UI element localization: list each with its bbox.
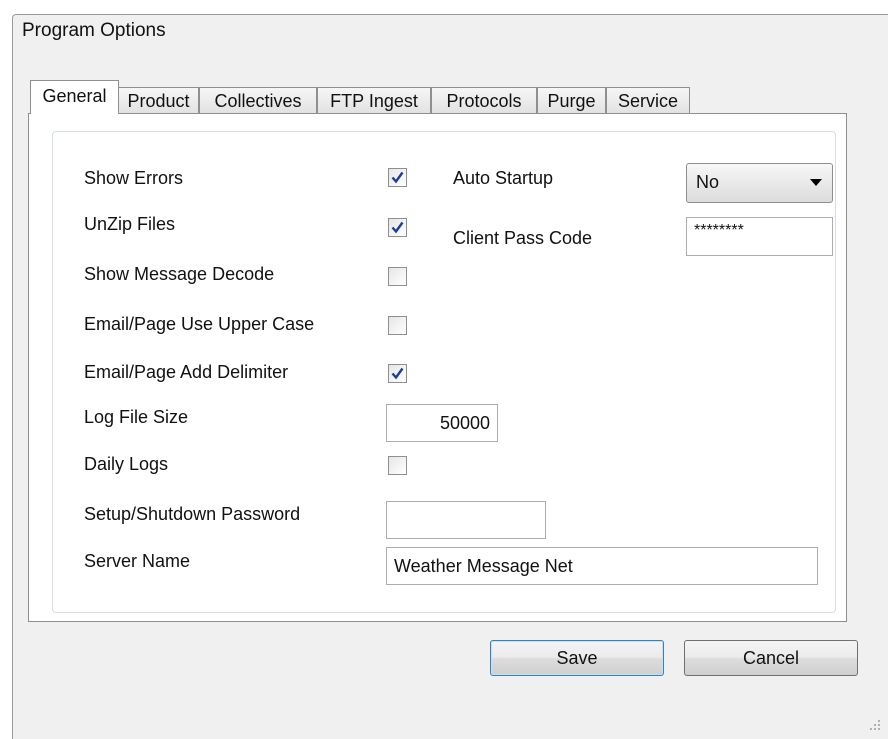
show-errors-label: Show Errors <box>84 168 184 188</box>
checkmark-icon <box>391 221 404 234</box>
email-upper-case-checkbox[interactable] <box>388 316 407 335</box>
tab-collectives[interactable]: Collectives <box>199 87 317 113</box>
auto-startup-dropdown[interactable]: No <box>686 163 833 203</box>
setup-password-input[interactable] <box>386 501 546 539</box>
tab-general[interactable]: General <box>30 80 119 114</box>
save-button[interactable]: Save <box>490 640 664 676</box>
server-name-input[interactable]: Weather Message Net <box>386 547 818 585</box>
tab-purge[interactable]: Purge <box>537 87 606 113</box>
checkmark-icon <box>391 367 404 380</box>
tab-protocols[interactable]: Protocols <box>431 87 537 113</box>
chevron-down-icon <box>810 179 822 186</box>
checkmark-icon <box>391 171 404 184</box>
daily-logs-checkbox[interactable] <box>388 456 407 475</box>
tab-product[interactable]: Product <box>118 87 199 113</box>
setup-password-label: Setup/Shutdown Password <box>84 504 301 524</box>
daily-logs-label: Daily Logs <box>84 454 169 474</box>
window-title: Program Options <box>22 20 166 41</box>
auto-startup-label: Auto Startup <box>453 168 554 188</box>
unzip-files-checkbox[interactable] <box>388 218 407 237</box>
log-file-size-input[interactable]: 50000 <box>386 404 498 442</box>
tab-ftp-ingest[interactable]: FTP Ingest <box>317 87 431 113</box>
log-file-size-label: Log File Size <box>84 407 189 427</box>
client-pass-code-label: Client Pass Code <box>453 228 593 248</box>
email-add-delimiter-label: Email/Page Add Delimiter <box>84 362 289 382</box>
client-pass-code-input[interactable]: ******** <box>686 217 833 256</box>
email-upper-case-label: Email/Page Use Upper Case <box>84 314 315 334</box>
auto-startup-value: No <box>696 172 720 192</box>
show-message-decode-checkbox[interactable] <box>388 267 407 286</box>
show-message-decode-label: Show Message Decode <box>84 264 275 284</box>
tab-service[interactable]: Service <box>606 87 690 113</box>
email-add-delimiter-checkbox[interactable] <box>388 364 407 383</box>
cancel-button[interactable]: Cancel <box>684 640 858 676</box>
resize-grip-icon[interactable] <box>868 718 882 732</box>
unzip-files-label: UnZip Files <box>84 214 176 234</box>
server-name-label: Server Name <box>84 551 191 571</box>
show-errors-checkbox[interactable] <box>388 168 407 187</box>
